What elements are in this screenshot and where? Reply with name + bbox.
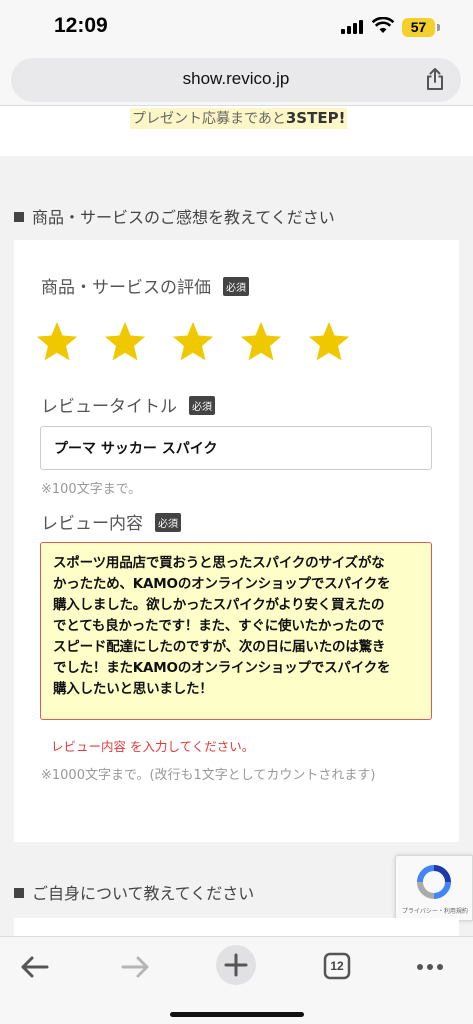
address-bar[interactable]: show.revico.jp	[11, 58, 461, 102]
required-badge: 必須	[223, 277, 249, 296]
recaptcha-badge[interactable]: プライバシー・利用規約	[395, 855, 473, 921]
promo-banner: プレゼント応募まであと3STEP!	[130, 108, 348, 129]
star-3-icon[interactable]	[170, 319, 216, 365]
tab-count: 12	[330, 959, 344, 973]
content-line: でとても良かったです！また、すぐに使いたかったので	[53, 618, 385, 634]
star-1-icon[interactable]	[34, 319, 80, 365]
tabs-button[interactable]: 12	[315, 945, 359, 989]
content-hint: ※1000文字まで。(改行も1文字としてカウントされます)	[41, 768, 376, 783]
browser-toolbar: 12	[0, 936, 473, 1024]
rating-label: 商品・サービスの評価 必須	[41, 273, 249, 298]
promo-text: プレゼント応募まであと	[132, 111, 286, 127]
content-line: 購入しました。欲しかったスパイクがより安く買えたの	[53, 597, 385, 613]
section-title-about: ご自身について教えてください	[14, 880, 254, 904]
section-title-text: 商品・サービスのご感想を教えてください	[32, 208, 335, 227]
forward-arrow-icon[interactable]	[113, 945, 157, 989]
content-line: でした！またKAMOのオンラインショップでスパイクを	[53, 660, 391, 676]
square-bullet-icon	[14, 212, 24, 222]
home-indicator	[170, 1012, 304, 1017]
recaptcha-text[interactable]: プライバシー・利用規約	[398, 906, 472, 915]
content-line: 購入したいと思いました！	[53, 681, 213, 697]
content-label-text: レビュー内容	[41, 514, 143, 534]
status-bar: 12:09 57	[0, 0, 473, 54]
promo-strip: プレゼント応募まであと3STEP!	[0, 106, 473, 156]
star-4-icon[interactable]	[238, 319, 284, 365]
promo-highlight: 3STEP!	[285, 109, 346, 127]
content-line: スピード配達にしたのですが、次の日に届いたのは驚き	[53, 639, 386, 655]
browser-address-area: show.revico.jp	[0, 54, 473, 106]
title-label: レビュータイトル 必須	[41, 392, 215, 417]
title-hint: ※100文字まで。	[41, 482, 142, 497]
review-title-input[interactable]: プーマ サッカー スパイク	[40, 426, 432, 470]
star-rating	[34, 319, 364, 367]
battery-indicator: 57	[402, 18, 435, 37]
more-menu-icon[interactable]	[408, 945, 452, 989]
section-title-review: 商品・サービスのご感想を教えてください	[14, 204, 335, 228]
section-title-text: ご自身について教えてください	[32, 884, 255, 903]
back-arrow-icon[interactable]	[13, 945, 57, 989]
star-2-icon[interactable]	[102, 319, 148, 365]
content-label: レビュー内容 必須	[41, 509, 181, 534]
rating-label-text: 商品・サービスの評価	[41, 278, 211, 298]
wifi-icon	[372, 17, 394, 33]
recaptcha-icon	[417, 865, 451, 899]
star-5-icon[interactable]	[306, 319, 352, 365]
content-line: かったため、KAMOのオンラインショップでスパイクを	[53, 576, 391, 592]
signal-icon	[341, 20, 363, 34]
url-text[interactable]: show.revico.jp	[11, 69, 461, 89]
review-content-textarea[interactable]: スポーツ用品店で買おうと思ったスパイクのサイズがな かったため、KAMOのオンラ…	[40, 542, 432, 720]
square-bullet-icon	[14, 888, 24, 898]
content-line: スポーツ用品店で買おうと思ったスパイクのサイズがな	[53, 555, 385, 571]
battery-tip	[437, 24, 440, 31]
status-time: 12:09	[54, 14, 108, 37]
new-tab-plus-icon[interactable]	[214, 943, 258, 987]
content-error-message: レビュー内容 を入力してください。	[51, 739, 255, 754]
about-form-card	[14, 918, 459, 936]
share-icon[interactable]	[425, 67, 445, 91]
required-badge: 必須	[189, 396, 215, 415]
page-content: プレゼント応募まであと3STEP! 商品・サービスのご感想を教えてください 商品…	[0, 106, 473, 936]
required-badge: 必須	[155, 513, 181, 532]
review-form-card: 商品・サービスの評価 必須 レビュータイトル 必須 プーマ サッカー スパイク ※1…	[14, 240, 459, 842]
title-label-text: レビュータイトル	[41, 397, 177, 417]
